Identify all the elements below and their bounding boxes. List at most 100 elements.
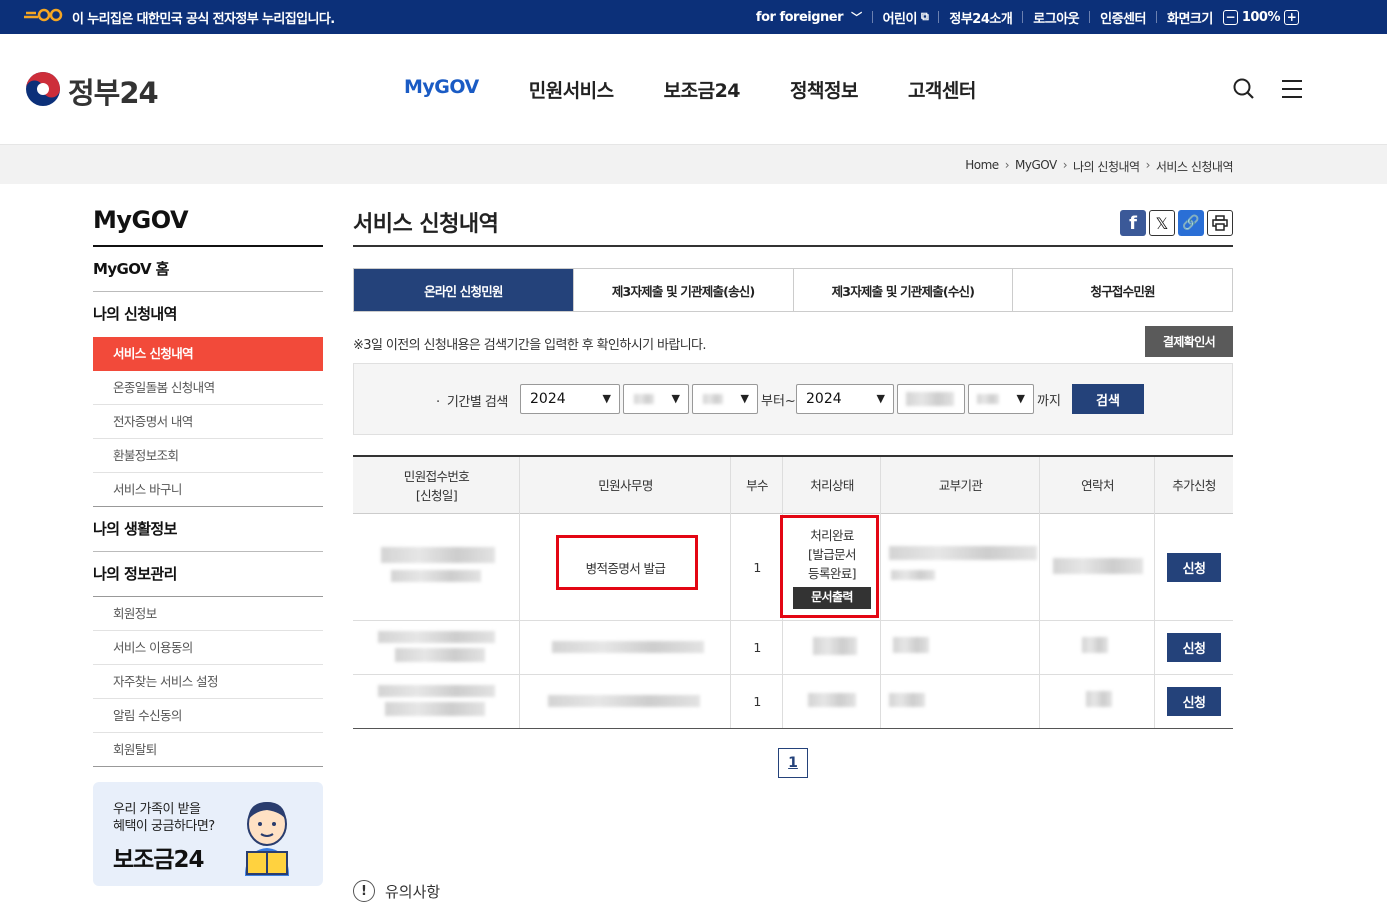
sidebar-item-service-consent[interactable]: 서비스 이용동의 — [93, 631, 323, 665]
banner-text: 우리 가족이 받을 혜택이 궁금하다면? — [113, 801, 215, 835]
copies-cell: 1 — [730, 621, 783, 674]
caution-section: ! 유의사항 — [353, 880, 440, 902]
chevron-down-icon: ▼ — [1016, 392, 1025, 405]
link-auth-center[interactable]: 인증센터 — [1100, 8, 1146, 27]
tab-online-applications[interactable]: 온라인 신청민원 — [354, 269, 573, 311]
tab-third-party-sent[interactable]: 제3자제출 및 기관제출(송신) — [572, 269, 793, 311]
end-day-select[interactable]: ▼ — [968, 384, 1034, 414]
tab-third-party-received[interactable]: 제3자제출 및 기관제출(수신) — [792, 269, 1013, 311]
banner-line2: 혜택이 궁금하다면? — [113, 819, 215, 834]
copies-cell: 1 — [730, 514, 783, 620]
egov-logo-icon — [22, 8, 64, 26]
tab-claim-applications[interactable]: 청구접수민원 — [1012, 269, 1232, 311]
x-twitter-icon[interactable]: 𝕏 — [1149, 210, 1175, 236]
nav-subsidy[interactable]: 보조금24 — [664, 76, 741, 103]
print-icon[interactable] — [1207, 210, 1233, 236]
applications-table: 민원접수번호 [신청일] 민원사무명 부수 처리상태 교부기관 연락처 추가신청… — [353, 455, 1233, 729]
col-service-name: 민원사무명 — [519, 457, 731, 514]
chevron-down-icon: ▼ — [602, 392, 611, 405]
link-copy-icon[interactable]: 🔗 — [1178, 210, 1204, 236]
status-cell — [782, 675, 881, 728]
sidebar-item-withdraw[interactable]: 회원탈퇴 — [93, 733, 323, 767]
main-content: 서비스 신청내역 f 𝕏 🔗 온라인 신청민원 제3자제출 및 기관제출(송신)… — [353, 200, 1233, 902]
nav-mygov[interactable]: MyGOV — [404, 76, 479, 103]
highlight-box — [780, 515, 879, 618]
sidebar-item-childcare[interactable]: 온종일돌봄 신청내역 — [93, 371, 323, 405]
contact-cell — [1039, 514, 1155, 620]
end-month-select[interactable] — [897, 384, 965, 414]
link-logout[interactable]: 로그아웃 — [1033, 8, 1079, 27]
search-button[interactable]: 검색 — [1072, 384, 1144, 414]
logo-text: 정부24 — [68, 76, 159, 110]
from-label: 부터~ — [761, 394, 796, 409]
site-header: 정부24 MyGOV 민원서비스 보조금24 정책정보 고객센터 — [0, 34, 1387, 144]
start-year-value: 2024 — [530, 391, 566, 407]
chevron-down-icon: ▼ — [876, 392, 885, 405]
chevron-down-icon: ﹀ — [851, 11, 862, 24]
page-number-button[interactable]: 1 — [778, 748, 808, 778]
apply-button[interactable]: 신청 — [1167, 552, 1221, 582]
zoom-level: 100% — [1241, 9, 1281, 25]
page-title: 서비스 신청내역 — [353, 200, 1233, 247]
breadcrumb-mygov[interactable]: MyGOV — [1015, 158, 1057, 175]
to-label: 까지 — [1037, 394, 1061, 409]
sidebar-item-service-applications[interactable]: 서비스 신청내역 — [93, 337, 323, 371]
contact-cell — [1039, 621, 1155, 674]
nav-policy[interactable]: 정책정보 — [790, 76, 858, 103]
search-icon[interactable] — [1233, 78, 1255, 104]
sidebar-item-refund[interactable]: 환불정보조회 — [93, 439, 323, 473]
col-receipt-number: 민원접수번호 [신청일] — [403, 468, 470, 503]
breadcrumb-home[interactable]: Home — [965, 158, 999, 175]
start-day-select[interactable]: ▼ — [692, 384, 758, 414]
gov-banner: 이 누리집은 대한민국 공식 전자정부 누리집입니다. for foreigne… — [0, 0, 1387, 34]
table-row: 1 신청 — [353, 675, 1233, 729]
service-name-cell — [519, 675, 731, 728]
chevron-right-icon: › — [1145, 158, 1151, 172]
subsidy-banner[interactable]: 우리 가족이 받을 혜택이 궁금하다면? 보조금24 — [93, 782, 323, 886]
start-year-select[interactable]: 2024 ▼ — [520, 384, 620, 414]
highlight-box — [556, 535, 698, 590]
menu-icon[interactable] — [1281, 78, 1303, 104]
sidebar-section-my-info[interactable]: 나의 정보관리 — [93, 552, 323, 597]
payment-confirmation-button[interactable]: 결제확인서 — [1145, 326, 1233, 357]
link-about[interactable]: 정부24소개 — [949, 8, 1012, 27]
sidebar-item-favorite-services[interactable]: 자주찾는 서비스 설정 — [93, 665, 323, 699]
period-search-label: · 기간별 검색 — [436, 395, 508, 410]
sidebar-section-applications[interactable]: 나의 신청내역 — [93, 292, 323, 337]
service-name-cell — [519, 621, 731, 674]
link-for-foreigner[interactable]: for foreigner ﹀ — [756, 9, 862, 25]
gov-notice-text: 이 누리집은 대한민국 공식 전자정부 누리집입니다. — [72, 11, 335, 27]
sidebar-section-life-info[interactable]: 나의 생활정보 — [93, 507, 323, 552]
period-search-box: · 기간별 검색 2024 ▼ ▼ ▼ 부터~ 2024 ▼ ▼ 까지 검색 — [353, 363, 1233, 435]
col-status: 처리상태 — [782, 457, 881, 514]
table-row: 병적증명서 발급 1 처리완료 [발급문서 등록완료] 문서출력 신청 — [353, 514, 1233, 621]
sidebar-item-mygov-home[interactable]: MyGOV 홈 — [93, 247, 323, 292]
table-row: 1 신청 — [353, 621, 1233, 675]
receipt-number-cell — [353, 621, 520, 674]
apply-button[interactable]: 신청 — [1167, 687, 1221, 716]
sidebar-item-notification-consent[interactable]: 알림 수신동의 — [93, 699, 323, 733]
facebook-icon[interactable]: f — [1120, 210, 1146, 236]
receipt-number-cell — [353, 675, 520, 728]
zoom-out-button[interactable]: − — [1222, 9, 1238, 25]
col-contact: 연락처 — [1039, 457, 1155, 514]
copies-cell: 1 — [730, 675, 783, 728]
sidebar-item-e-certificates[interactable]: 전자증명서 내역 — [93, 405, 323, 439]
site-logo[interactable]: 정부24 — [24, 70, 159, 112]
zoom-in-button[interactable]: + — [1284, 9, 1299, 25]
end-year-select[interactable]: 2024 ▼ — [796, 384, 894, 414]
link-label: 어린이 — [882, 11, 918, 27]
end-year-value: 2024 — [806, 391, 842, 407]
link-kids[interactable]: 어린이 ⧉ — [883, 8, 929, 27]
issuing-agency-cell — [880, 514, 1040, 620]
nav-customer-center[interactable]: 고객센터 — [908, 76, 976, 103]
sidebar-item-member-info[interactable]: 회원정보 — [93, 597, 323, 631]
table-header: 민원접수번호 [신청일] 민원사무명 부수 처리상태 교부기관 연락처 추가신청 — [353, 457, 1233, 514]
start-month-select[interactable]: ▼ — [623, 384, 689, 414]
breadcrumb-my-applications[interactable]: 나의 신청내역 — [1073, 158, 1140, 175]
sidebar-item-basket[interactable]: 서비스 바구니 — [93, 473, 323, 507]
receipt-number-cell — [353, 514, 520, 620]
nav-civil-service[interactable]: 민원서비스 — [529, 76, 614, 103]
apply-button[interactable]: 신청 — [1167, 633, 1221, 662]
application-tabs: 온라인 신청민원 제3자제출 및 기관제출(송신) 제3자제출 및 기관제출(수… — [353, 268, 1233, 312]
